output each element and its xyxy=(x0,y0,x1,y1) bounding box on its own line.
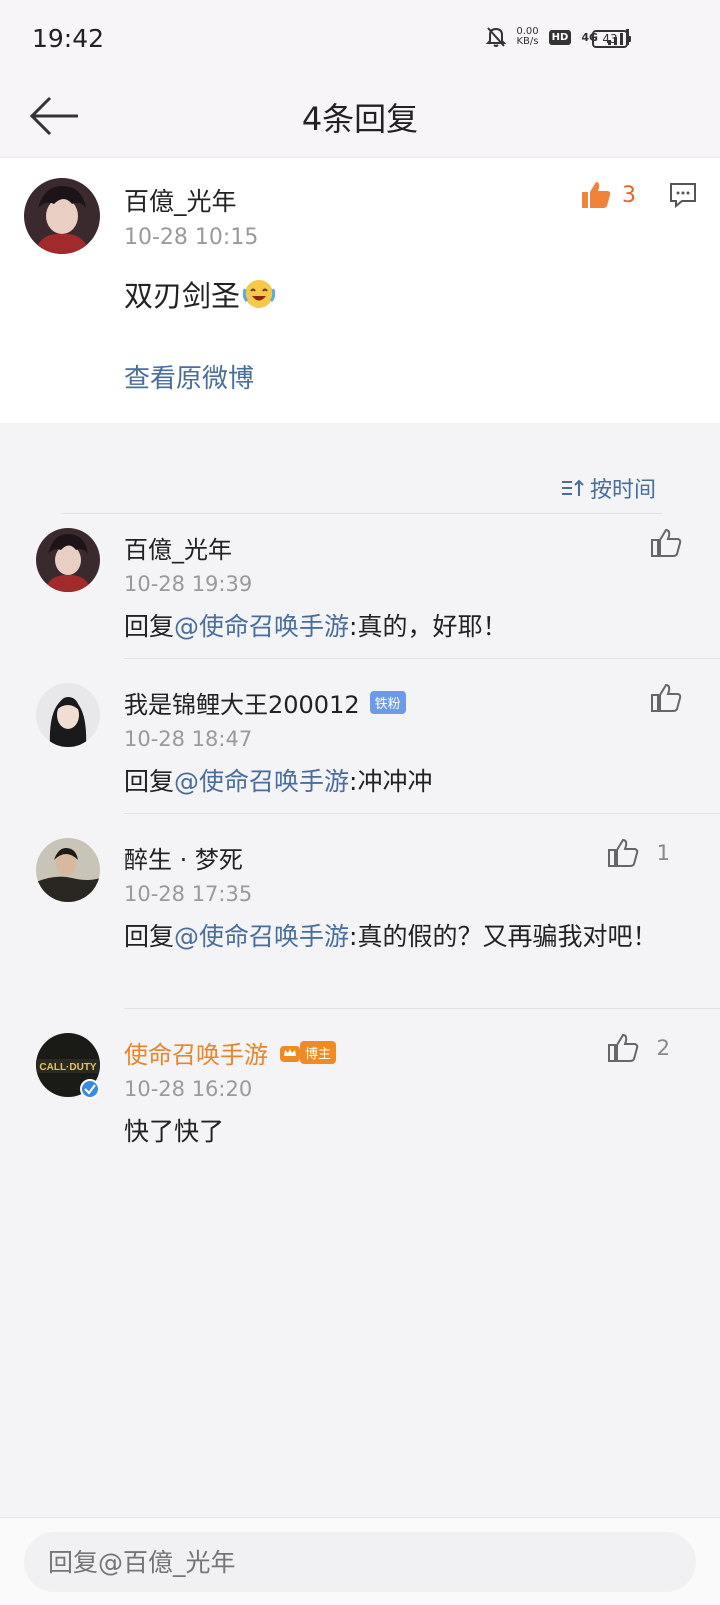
reply-author-name[interactable]: 醉生 · 梦死 xyxy=(124,840,243,875)
thumbs-up-icon xyxy=(651,683,682,712)
mention-link[interactable]: @使命召唤手游 xyxy=(174,922,349,951)
like-count: 2 xyxy=(656,1036,670,1060)
avatar[interactable] xyxy=(24,178,100,254)
reply-text: 快了快了 xyxy=(124,1113,664,1151)
reply-author-name[interactable]: 百億_光年 xyxy=(124,530,232,565)
reply-text: 回复@使命召唤手游:真的，好耶！ xyxy=(124,608,664,646)
like-button[interactable] xyxy=(650,528,682,558)
reply-author[interactable]: 使命召唤手游 博主 xyxy=(124,1035,337,1070)
avatar-logo-text: CALL·DUTY xyxy=(39,1062,97,1073)
laughing-tears-emoji-icon xyxy=(242,280,276,308)
battery-icon: 43 xyxy=(592,30,631,48)
reply-time: 10-28 16:20 xyxy=(124,1077,253,1101)
sort-icon xyxy=(561,479,584,496)
reply-author[interactable]: 醉生 · 梦死 xyxy=(124,840,243,875)
nav-bar: 4条回复 xyxy=(0,80,720,158)
hd-badge: HD xyxy=(548,29,572,45)
comment-text-content: 双刃剑圣 xyxy=(124,279,241,313)
reply-content: 快了快了 xyxy=(124,1117,225,1146)
reply-item: CALL·DUTY 使命召唤手游 博主 10-28 16:20 快了快了 2 xyxy=(0,1023,720,1163)
thumbs-up-filled-icon xyxy=(582,182,611,208)
reply-item: 百億_光年 10-28 19:39 回复@使命召唤手游:真的，好耶！ xyxy=(0,518,720,659)
comment-author[interactable]: 百億_光年 xyxy=(124,182,237,218)
divider xyxy=(124,1008,720,1009)
reply-prefix: 回复 xyxy=(124,767,175,796)
reply-input[interactable] xyxy=(24,1532,696,1592)
comment-time: 10-28 10:15 xyxy=(124,225,259,250)
like-button[interactable] xyxy=(650,683,682,713)
comment-icon[interactable] xyxy=(668,180,698,210)
reply-author-name[interactable]: 我是锦鲤大王200012 xyxy=(124,685,360,720)
divider xyxy=(124,813,720,814)
like-button[interactable]: 3 xyxy=(580,180,636,210)
status-time: 19:42 xyxy=(32,24,105,53)
divider xyxy=(124,658,720,659)
sort-label: 按时间 xyxy=(589,478,656,503)
avatar-image xyxy=(24,178,100,254)
reply-content: :真的假的？又再骗我对吧！ xyxy=(349,922,658,951)
reply-input-bar xyxy=(0,1517,720,1605)
view-original-link[interactable]: 查看原微博 xyxy=(124,358,254,395)
reply-text: 回复@使命召唤手游:真的假的？又再骗我对吧！ xyxy=(124,918,664,956)
mention-link[interactable]: @使命召唤手游 xyxy=(174,767,349,796)
blogger-badge: 博主 xyxy=(278,1041,337,1064)
avatar-image xyxy=(36,683,100,747)
reply-content: :真的，好耶！ xyxy=(349,612,508,641)
reply-prefix: 回复 xyxy=(124,612,175,641)
avatar-image xyxy=(36,838,100,902)
reply-time: 10-28 19:39 xyxy=(124,572,253,596)
verified-badge-icon xyxy=(80,1079,100,1099)
avatar[interactable] xyxy=(36,838,100,902)
thumbs-up-icon xyxy=(607,1033,638,1062)
reply-time: 10-28 17:35 xyxy=(124,882,253,906)
page-title: 4条回复 xyxy=(301,100,419,138)
net-speed: 0.00 KB/s xyxy=(516,27,538,47)
reply-content: :冲冲冲 xyxy=(349,767,433,796)
like-button[interactable]: 1 xyxy=(607,838,670,868)
like-button[interactable]: 2 xyxy=(607,1033,670,1063)
avatar[interactable] xyxy=(36,528,100,592)
reply-text: 回复@使命召唤手游:冲冲冲 xyxy=(124,763,664,801)
reply-author[interactable]: 百億_光年 xyxy=(124,530,232,565)
net-speed-unit: KB/s xyxy=(516,36,539,47)
avatar-image xyxy=(36,528,100,592)
sort-by-time-button[interactable]: 按时间 xyxy=(560,472,656,504)
divider xyxy=(62,513,662,514)
reply-author[interactable]: 我是锦鲤大王200012 铁粉 xyxy=(124,685,406,720)
crown-icon xyxy=(280,1045,300,1062)
avatar[interactable] xyxy=(36,683,100,747)
main-comment: 百億_光年 10-28 10:15 双刃剑圣 查看原微博 3 xyxy=(0,158,720,423)
blogger-badge-label: 博主 xyxy=(300,1041,337,1064)
reply-item: 我是锦鲤大王200012 铁粉 10-28 18:47 回复@使命召唤手游:冲冲… xyxy=(0,673,720,814)
reply-author-name[interactable]: 使命召唤手游 xyxy=(124,1035,268,1070)
fan-badge: 铁粉 xyxy=(369,691,406,714)
comment-text: 双刃剑圣 xyxy=(124,273,276,315)
reply-time: 10-28 18:47 xyxy=(124,727,253,751)
thumbs-up-icon xyxy=(651,528,682,557)
thumbs-up-icon xyxy=(607,838,638,867)
reply-item: 醉生 · 梦死 10-28 17:35 回复@使命召唤手游:真的假的？又再骗我对… xyxy=(0,828,720,1009)
reply-prefix: 回复 xyxy=(124,922,175,951)
like-count: 3 xyxy=(622,182,636,208)
like-count: 1 xyxy=(656,841,670,865)
replies-section: 按时间 百億_光年 10-28 19:39 回复@使命召唤手游:真的，好耶！ 我… xyxy=(0,442,720,1517)
status-bar: 19:42 0.00 KB/s HD 4G 43 xyxy=(0,0,720,80)
mute-bell-icon xyxy=(486,27,507,47)
mention-link[interactable]: @使命召唤手游 xyxy=(174,612,349,641)
